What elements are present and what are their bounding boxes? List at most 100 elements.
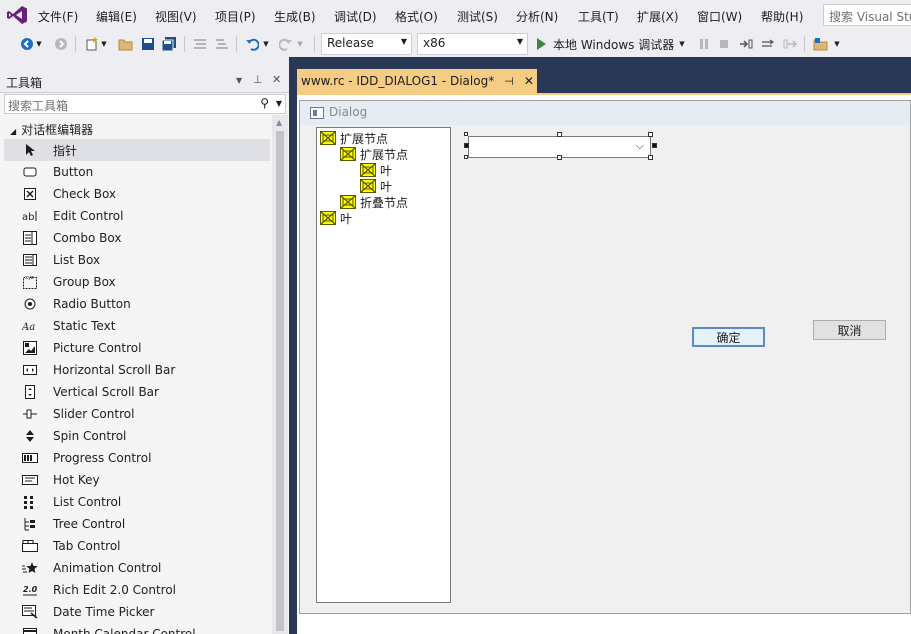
undo-icon[interactable] <box>243 35 261 53</box>
menu-item[interactable]: 工具(T) <box>578 8 619 25</box>
uncomment-icon[interactable] <box>213 35 231 53</box>
folder-tool-icon[interactable] <box>812 35 830 53</box>
document-tab[interactable]: www.rc - IDD_DIALOG1 - Dialog* ⊣ ✕ <box>297 69 537 93</box>
toolbox-scrollbar[interactable]: ▲ <box>272 115 288 634</box>
toolbox-search-input[interactable]: 搜索工具箱 ⚲ ▼ <box>4 94 286 114</box>
toolbar-overflow-icon[interactable]: ▼ <box>832 35 842 53</box>
visual-studio-logo-icon[interactable] <box>6 5 28 25</box>
step-over-icon[interactable] <box>759 35 777 53</box>
search-input[interactable]: 搜索 Visual Stu <box>823 4 911 26</box>
toolbox-item[interactable]: Combo Box <box>4 227 270 249</box>
menu-item[interactable]: 编辑(E) <box>96 8 137 25</box>
window-position-icon[interactable]: ▼ <box>236 76 242 85</box>
redo-dropdown-icon[interactable]: ▼ <box>295 35 305 53</box>
stop-icon[interactable] <box>715 35 733 53</box>
new-dropdown-icon[interactable]: ▼ <box>99 35 109 53</box>
scroll-up-icon[interactable]: ▲ <box>276 118 282 127</box>
menu-item[interactable]: 扩展(X) <box>637 8 679 25</box>
step-out-icon[interactable] <box>781 35 799 53</box>
svg-text:xyz: xyz <box>25 275 34 281</box>
menu-item[interactable]: 文件(F) <box>38 8 78 25</box>
toolbox-item[interactable]: List Box <box>4 249 270 271</box>
solution-platform-dropdown[interactable]: x86 ▼ <box>417 33 528 55</box>
start-debugging-button[interactable]: 本地 Windows 调试器 ▼ <box>537 35 685 53</box>
button-icon <box>22 164 38 180</box>
step-into-icon[interactable] <box>737 35 755 53</box>
tree-node[interactable]: 叶 <box>360 178 392 194</box>
tree-node[interactable]: 扩展节点 <box>320 130 388 146</box>
toolbox-item-label: Static Text <box>53 319 116 333</box>
menu-item[interactable]: 分析(N) <box>516 8 558 25</box>
open-folder-icon[interactable] <box>117 35 135 53</box>
ok-button[interactable]: 确定 <box>692 327 765 347</box>
tree-node-icon <box>340 195 356 209</box>
toolbox-item[interactable]: Aa Static Text <box>4 315 270 337</box>
tree-node[interactable]: 叶 <box>360 162 392 178</box>
resize-handle[interactable] <box>464 143 469 148</box>
toolbox-item[interactable]: List Control <box>4 491 270 513</box>
forward-icon[interactable] <box>52 35 70 53</box>
toolbox-item[interactable]: Radio Button <box>4 293 270 315</box>
toolbox-group-header[interactable]: ◢ 对话框编辑器 <box>10 121 93 138</box>
resize-handle[interactable] <box>464 155 468 159</box>
toolbox-item[interactable]: Date Time Picker <box>4 601 270 623</box>
toolbox-item[interactable]: ab Edit Control <box>4 205 270 227</box>
toolbox-item[interactable]: Vertical Scroll Bar <box>4 381 270 403</box>
tree-node[interactable]: 叶 <box>320 210 352 226</box>
tree-node-label: 叶 <box>340 211 353 226</box>
resize-handle[interactable] <box>557 132 562 137</box>
resize-handle[interactable] <box>652 143 657 148</box>
toolbox-item[interactable]: Slider Control <box>4 403 270 425</box>
menu-item[interactable]: 帮助(H) <box>761 8 803 25</box>
close-icon[interactable]: ✕ <box>272 73 281 86</box>
toolbox-item[interactable]: Button <box>4 161 270 183</box>
menu-item[interactable]: 视图(V) <box>155 8 197 25</box>
resize-handle[interactable] <box>648 132 653 137</box>
comment-icon[interactable] <box>191 35 209 53</box>
toolbox-item[interactable]: Tree Control <box>4 513 270 535</box>
pin-icon[interactable]: ⊥ <box>253 73 263 86</box>
menu-item[interactable]: 调试(D) <box>334 8 377 25</box>
tree-node[interactable]: 扩展节点 <box>340 146 408 162</box>
toolbox-item[interactable]: Hot Key <box>4 469 270 491</box>
toolbox-item[interactable]: 指针 <box>4 139 270 161</box>
toolbox-item[interactable]: Check Box <box>4 183 270 205</box>
toolbox-item[interactable]: Tab Control <box>4 535 270 557</box>
chevron-down-icon: ⌵ <box>635 139 644 152</box>
menu-item[interactable]: 窗口(W) <box>697 8 742 25</box>
save-all-icon[interactable] <box>160 35 178 53</box>
resize-handle[interactable] <box>464 132 468 136</box>
tree-control[interactable]: 扩展节点 扩展节点叶叶折叠节点叶 <box>316 127 451 603</box>
menu-item[interactable]: 项目(P) <box>215 8 256 25</box>
collapse-triangle-icon: ◢ <box>10 127 17 136</box>
menu-item[interactable]: 测试(S) <box>457 8 498 25</box>
undo-dropdown-icon[interactable]: ▼ <box>261 35 271 53</box>
toolbox-item[interactable]: Spin Control <box>4 425 270 447</box>
pause-icon[interactable] <box>695 35 713 53</box>
menu-item[interactable]: 生成(B) <box>274 8 316 25</box>
resize-handle[interactable] <box>648 155 653 160</box>
toolbox-item[interactable]: 2.0 Rich Edit 2.0 Control <box>4 579 270 601</box>
search-icon[interactable]: ⚲ <box>260 96 269 110</box>
menu-item[interactable]: 格式(O) <box>395 8 438 25</box>
toolbox-item[interactable]: Month Calendar Control <box>4 623 270 634</box>
pin-icon[interactable]: ⊣ <box>504 75 514 88</box>
toolbox-item[interactable]: Animation Control <box>4 557 270 579</box>
cancel-button[interactable]: 取消 <box>813 320 886 340</box>
vscroll-icon <box>22 384 38 400</box>
back-dropdown-icon[interactable]: ▼ <box>34 35 44 53</box>
date-time-icon <box>22 604 38 620</box>
save-icon[interactable] <box>139 35 157 53</box>
toolbox-item[interactable]: xyz Group Box <box>4 271 270 293</box>
toolbox-item[interactable]: Progress Control <box>4 447 270 469</box>
toolbox-item[interactable]: Picture Control <box>4 337 270 359</box>
dialog-window[interactable]: Dialog 扩展节点 扩展节点叶叶折叠节点叶 ⌵ 确定 取消 <box>299 100 911 614</box>
redo-icon[interactable] <box>277 35 295 53</box>
scrollbar-thumb[interactable] <box>276 131 284 631</box>
close-icon[interactable]: ✕ <box>524 74 534 88</box>
resize-handle[interactable] <box>557 155 562 160</box>
toolbox-item[interactable]: Horizontal Scroll Bar <box>4 359 270 381</box>
search-options-icon[interactable]: ▼ <box>276 99 282 108</box>
tree-node[interactable]: 折叠节点 <box>340 194 408 210</box>
solution-configuration-dropdown[interactable]: Release ▼ <box>321 33 412 55</box>
